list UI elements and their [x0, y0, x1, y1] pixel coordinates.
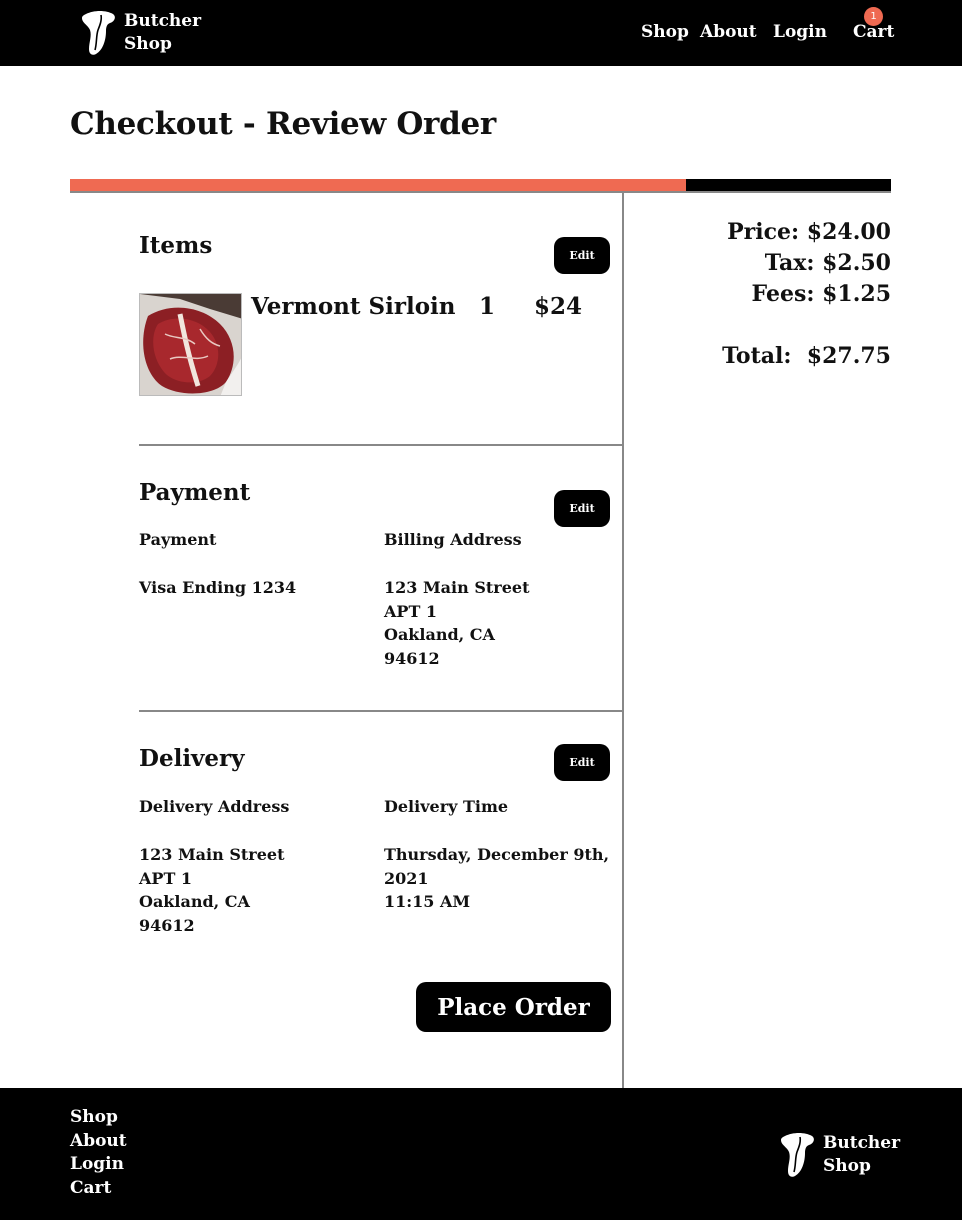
brand-name-line2: Shop [124, 34, 172, 54]
summary-total: Total: $27.75 [722, 343, 891, 369]
summary-price: Price: $24.00 [727, 219, 891, 245]
billing-line-3: Oakland, CA [384, 625, 495, 644]
delivery-address-label: Delivery Address [139, 797, 290, 816]
billing-line-2: APT 1 [384, 601, 438, 621]
checkout-progress-fill [70, 179, 686, 191]
footer-brand-logo[interactable]: Butcher Shop [779, 1132, 900, 1178]
page-title: Checkout - Review Order [70, 106, 496, 142]
site-footer: Butcher Shop [0, 1088, 962, 1220]
footer-shop-link[interactable]: Shop [70, 1106, 127, 1130]
section-divider [139, 710, 623, 712]
footer-login-link[interactable]: Login [70, 1153, 127, 1177]
billing-line-4: 94612 [384, 648, 440, 668]
items-heading: Items [139, 232, 213, 259]
delivery-time-line-3: 11:15 AM [384, 892, 471, 911]
billing-address-value: 123 Main Street APT 1 Oakland, CA 94612 [384, 576, 529, 670]
billing-line-1: 123 Main Street [384, 578, 530, 597]
delivery-address-line-3: Oakland, CA [139, 892, 250, 911]
cart-count-badge: 1 [864, 7, 883, 26]
column-divider [622, 191, 624, 1089]
payment-heading: Payment [139, 479, 251, 506]
footer-cart-link[interactable]: Cart [70, 1177, 127, 1201]
brand-logo[interactable]: Butcher Shop [80, 10, 201, 56]
delivery-time-line-1: Thursday, December 9th, [384, 845, 610, 864]
footer-about-link[interactable]: About [70, 1130, 127, 1154]
delivery-time-value: Thursday, December 9th, 2021 11:15 AM [384, 843, 609, 914]
item-image [139, 293, 242, 396]
delivery-address-line-2: APT 1 [139, 868, 193, 888]
delivery-address-line-1: 123 Main Street [139, 845, 285, 864]
delivery-heading: Delivery [139, 745, 245, 772]
nav-login-link[interactable]: Login [773, 22, 827, 42]
tbone-logo-icon [82, 11, 115, 55]
place-order-button[interactable]: Place Order [416, 982, 611, 1032]
checkout-progress-bar [70, 179, 891, 191]
summary-fees: Fees: $1.25 [751, 281, 891, 307]
nav-about-link[interactable]: About [700, 22, 757, 42]
delivery-time-label: Delivery Time [384, 797, 509, 816]
footer-brand-name-line2: Shop [823, 1156, 871, 1176]
nav-shop-link[interactable]: Shop [641, 22, 689, 42]
tbone-logo-icon [781, 1133, 814, 1177]
brand-name-line1: Butcher [124, 11, 202, 31]
delivery-address-line-4: 94612 [139, 915, 195, 935]
steak-image-icon [140, 294, 241, 395]
summary-tax: Tax: $2.50 [764, 250, 891, 276]
item-name: Vermont Sirloin [251, 293, 456, 320]
item-quantity: 1 [479, 293, 496, 320]
footer-nav: Shop About Login Cart [70, 1106, 127, 1200]
edit-payment-button[interactable]: Edit [554, 490, 610, 527]
section-divider [139, 444, 623, 446]
billing-address-label: Billing Address [384, 530, 522, 549]
edit-delivery-button[interactable]: Edit [554, 744, 610, 781]
footer-brand-name-line1: Butcher [823, 1133, 901, 1153]
progress-underline [70, 191, 891, 193]
payment-method-value: Visa Ending 1234 [139, 578, 297, 597]
payment-method-label: Payment [139, 530, 217, 549]
delivery-time-line-2: 2021 [384, 868, 429, 888]
edit-items-button[interactable]: Edit [554, 237, 610, 274]
delivery-address-value: 123 Main Street APT 1 Oakland, CA 94612 [139, 843, 284, 937]
site-header: Butcher Shop Shop About Login Cart 1 [0, 0, 962, 66]
item-price: $24 [534, 293, 583, 320]
